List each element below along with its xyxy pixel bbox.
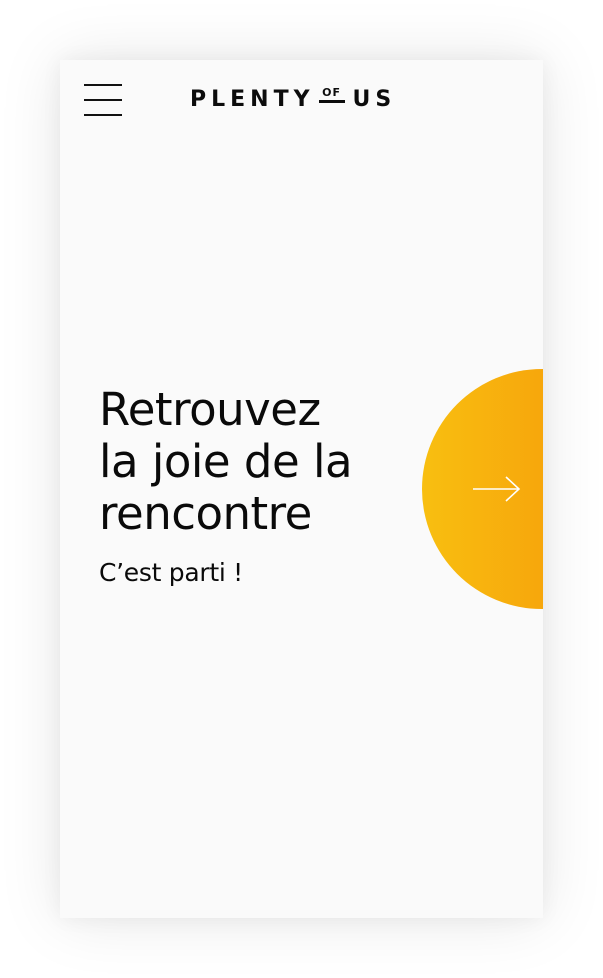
hero-subtitle: C’est parti ! — [99, 558, 243, 587]
logo-of-mark: OF — [318, 86, 345, 103]
menu-line — [84, 84, 122, 86]
menu-line — [84, 99, 122, 101]
hamburger-menu-icon[interactable] — [84, 84, 124, 118]
menu-line — [84, 114, 122, 116]
app-screen: PLENTY OF US Retrouvez la joie de la ren… — [60, 60, 543, 918]
start-button[interactable] — [422, 369, 543, 609]
hero-headline: Retrouvez la joie de la rencontre — [99, 384, 399, 540]
arrow-right-icon — [473, 476, 521, 502]
logo-word-of: OF — [322, 86, 341, 100]
headline-line-2: la joie de la — [99, 435, 353, 488]
logo-underline — [318, 100, 345, 103]
logo-word-us: US — [352, 86, 397, 112]
headline-line-1: Retrouvez — [99, 383, 321, 436]
headline-line-3: rencontre — [99, 487, 312, 540]
brand-logo[interactable]: PLENTY OF US — [190, 86, 396, 112]
logo-word-plenty: PLENTY — [190, 86, 315, 112]
